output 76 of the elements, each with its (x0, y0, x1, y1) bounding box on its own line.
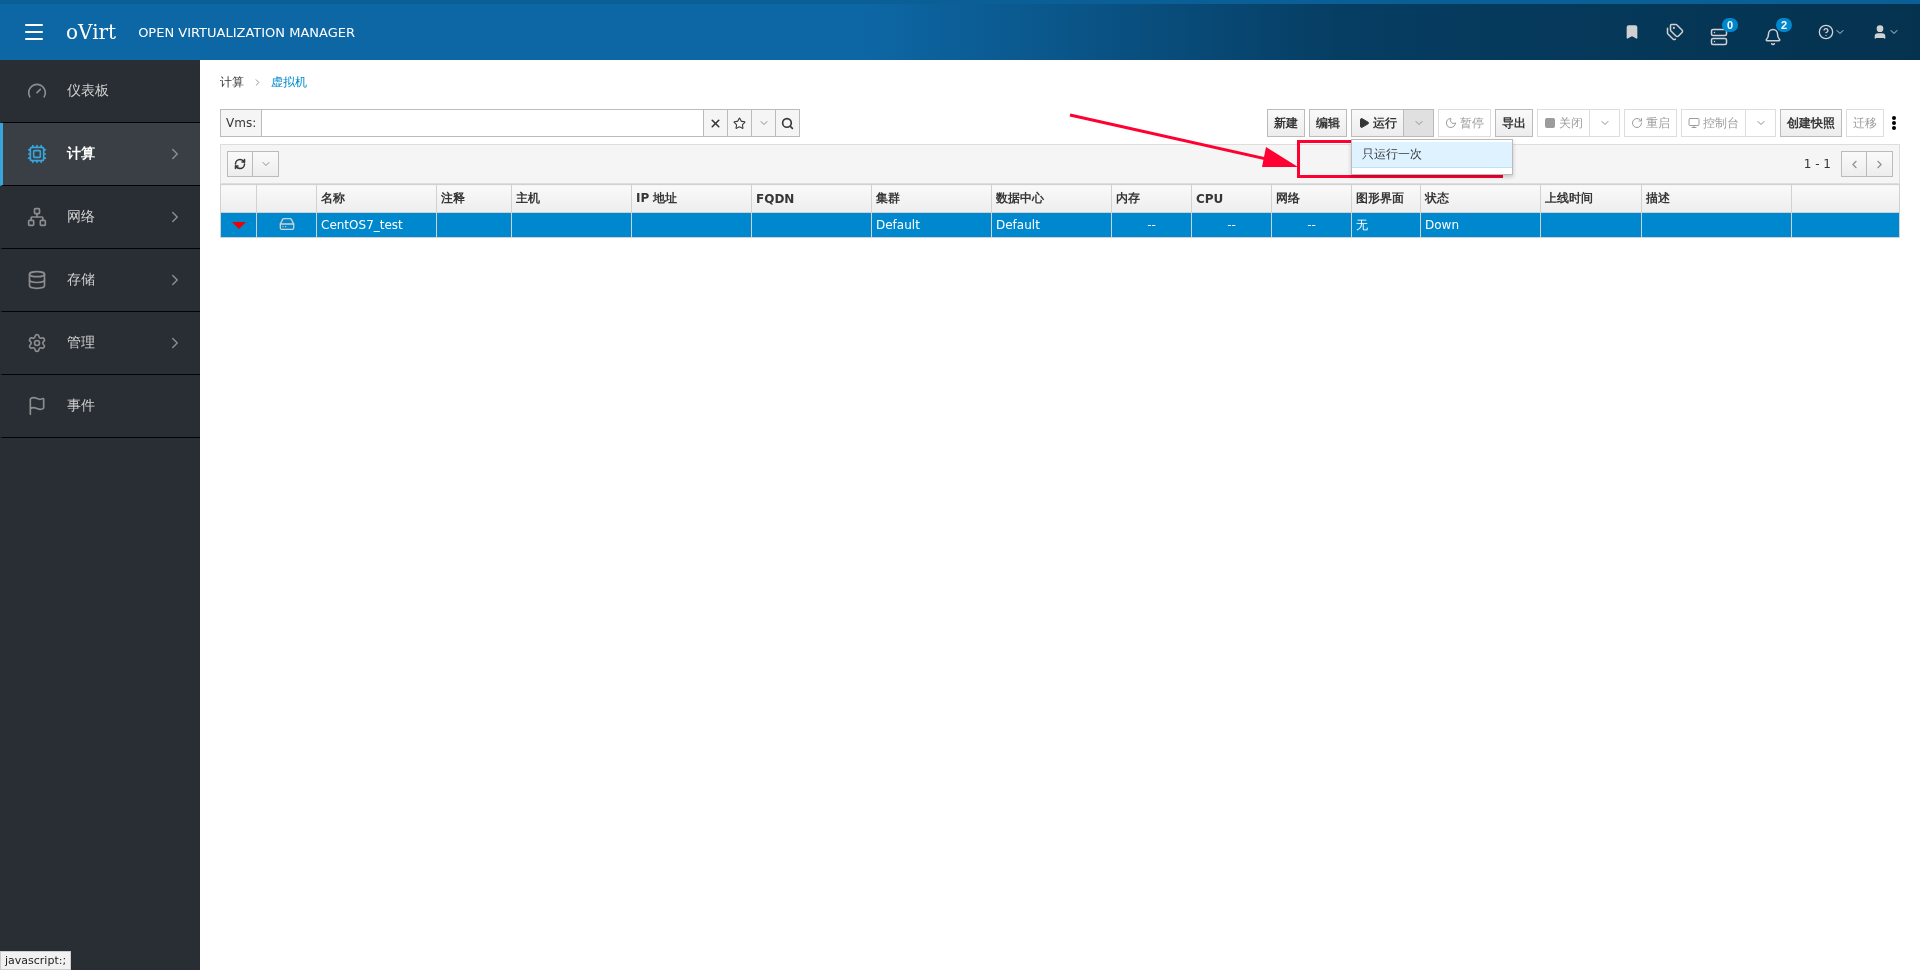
breadcrumb-link[interactable]: 计算 (220, 73, 244, 91)
table-cell: Default (991, 212, 1112, 238)
flag-icon (27, 396, 47, 416)
moon-icon (1445, 117, 1457, 129)
sidebar-item[interactable]: 网络 (0, 186, 200, 249)
sidebar-item[interactable]: 事件 (0, 375, 200, 438)
table-cell: -- (1271, 212, 1352, 238)
column-header[interactable]: 集群 (871, 184, 992, 213)
table-cell: -- (1191, 212, 1272, 238)
gear-icon (27, 333, 47, 353)
bookmark-button[interactable] (727, 110, 751, 136)
tags-icon (1666, 23, 1684, 41)
sidebar-item[interactable]: 计算 (0, 123, 200, 186)
user-icon (1872, 24, 1888, 40)
app-title: OPEN VIRTUALIZATION MANAGER (138, 24, 355, 40)
table-row[interactable]: CentOS7_test Default Default -- -- -- 无 Down (220, 212, 1900, 238)
stop-icon (1544, 117, 1556, 129)
breadcrumb-link[interactable]: 虚拟机 (271, 73, 307, 91)
column-header[interactable]: 注释 (436, 184, 512, 213)
chip-icon (27, 144, 47, 164)
bookmark-icon (1624, 24, 1640, 40)
status-text: javascript:; (0, 951, 72, 970)
menu-item[interactable]: 只运行一次 (1352, 142, 1512, 168)
network-icon (27, 207, 47, 227)
table-cell: CentOS7_test (316, 212, 437, 238)
column-header[interactable]: 上线时间 (1540, 184, 1642, 213)
table-cell: Default (871, 212, 992, 238)
column-header[interactable]: 数据中心 (991, 184, 1112, 213)
clear-button[interactable] (703, 110, 727, 136)
toolbar-button[interactable]: 导出 (1495, 109, 1533, 137)
search-icon (781, 116, 794, 130)
table-cell: 无 (1351, 212, 1421, 238)
user-button[interactable] (1872, 24, 1900, 40)
server-icon (1710, 28, 1728, 46)
count-badge: 2 (1775, 18, 1792, 32)
kebab-icon (1892, 116, 1896, 130)
toolbar-button[interactable]: 新建 (1267, 109, 1305, 137)
monitor-icon (1688, 117, 1700, 129)
toolbar-button[interactable]: 创建快照 (1780, 109, 1842, 137)
bell-icon (1764, 28, 1782, 46)
column-header[interactable]: FQDN (751, 184, 872, 213)
bookmarks-button[interactable] (1624, 24, 1640, 40)
brand-logo: oVirt (66, 20, 117, 44)
sidebar-item[interactable]: 管理 (0, 312, 200, 375)
column-header[interactable]: CPU (1191, 184, 1272, 213)
table-cell: Down (1420, 212, 1541, 238)
column-header[interactable]: 网络 (1271, 184, 1352, 213)
toolbar-button[interactable]: 编辑 (1309, 109, 1347, 137)
refresh-button[interactable] (227, 151, 253, 177)
sidebar-item[interactable]: 存储 (0, 249, 200, 312)
search-field[interactable]: Vms: (220, 109, 800, 137)
database-icon (27, 270, 47, 290)
column-header[interactable]: 图形界面 (1351, 184, 1421, 213)
column-header[interactable]: 名称 (316, 184, 437, 213)
star-icon (733, 116, 746, 130)
play-icon (1358, 117, 1370, 129)
count-badge: 0 (1721, 18, 1738, 32)
column-header[interactable]: 内存 (1111, 184, 1192, 213)
column-header[interactable]: IP 地址 (631, 184, 752, 213)
close-icon (709, 116, 722, 130)
refresh-icon (234, 158, 246, 170)
toolbar-button[interactable]: 运行 (1351, 109, 1404, 137)
pagination-text: 1 - 1 (1803, 157, 1831, 171)
gauge-icon (27, 81, 47, 101)
search-button[interactable] (775, 110, 799, 136)
tags-button[interactable] (1666, 23, 1684, 41)
restart-icon (1631, 117, 1643, 129)
help-icon (1818, 24, 1834, 40)
column-header[interactable]: 描述 (1641, 184, 1792, 213)
help-button[interactable] (1818, 24, 1846, 40)
tasks-button[interactable]: 0 (1710, 18, 1738, 46)
vm-icon (278, 215, 295, 232)
column-header[interactable]: 主机 (511, 184, 632, 213)
table-cell: -- (1111, 212, 1192, 238)
notifications-button[interactable]: 2 (1764, 18, 1792, 46)
column-header[interactable]: 状态 (1420, 184, 1541, 213)
